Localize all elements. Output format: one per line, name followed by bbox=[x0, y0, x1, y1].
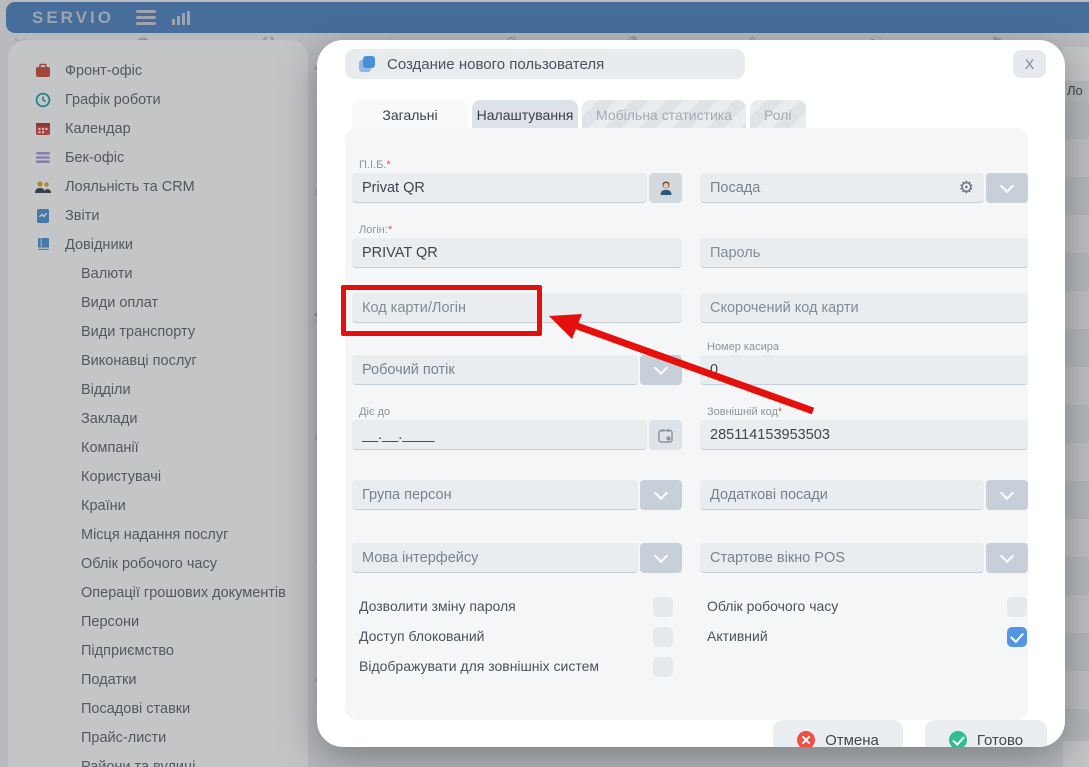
login-field[interactable] bbox=[352, 238, 682, 268]
active-checkbox[interactable] bbox=[1007, 627, 1027, 647]
person-group-dropdown-button[interactable] bbox=[640, 480, 682, 510]
valid-until-field[interactable] bbox=[352, 420, 647, 450]
tab-roles: Ролі bbox=[750, 100, 805, 129]
extra-positions-select[interactable]: Додаткові посади bbox=[700, 480, 984, 510]
done-button[interactable]: Готово bbox=[925, 720, 1047, 747]
done-check-icon bbox=[949, 731, 967, 747]
interface-language-dropdown-button[interactable] bbox=[640, 543, 682, 573]
calendar-picker-icon bbox=[658, 428, 673, 443]
position-select[interactable]: Посада bbox=[700, 173, 984, 203]
allow-password-change-checkbox[interactable] bbox=[653, 597, 673, 617]
date-picker-button[interactable] bbox=[649, 420, 682, 450]
work-flow-select[interactable]: Робочий потік bbox=[352, 355, 638, 385]
dialog-title-bar: Создание нового пользователя bbox=[345, 49, 745, 79]
valid-until-label: Діє до bbox=[359, 406, 390, 418]
tab-settings[interactable]: Налаштування bbox=[472, 100, 578, 129]
access-blocked-checkbox[interactable] bbox=[653, 627, 673, 647]
cancel-x-icon bbox=[797, 731, 815, 747]
dialog-tabs: Загальні Налаштування Мобільна статистик… bbox=[352, 100, 806, 129]
select-person-button[interactable] bbox=[649, 173, 682, 203]
cashier-number-label: Номер касира bbox=[707, 341, 779, 353]
card-code-field[interactable] bbox=[352, 293, 682, 323]
active-label: Активний bbox=[707, 628, 768, 644]
password-field[interactable] bbox=[700, 238, 1028, 268]
tab-mobile-statistics: Мобільна статистика bbox=[582, 100, 746, 129]
extra-positions-dropdown-button[interactable] bbox=[986, 480, 1028, 510]
work-flow-dropdown-button[interactable] bbox=[640, 355, 682, 385]
cancel-button[interactable]: Отмена bbox=[773, 720, 903, 747]
interface-language-select[interactable]: Мова інтерфейсу bbox=[352, 543, 638, 573]
login-label: Логін:* bbox=[359, 224, 392, 236]
gear-icon[interactable] bbox=[959, 178, 974, 198]
close-button[interactable]: X bbox=[1013, 50, 1046, 78]
show-for-external-systems-checkbox[interactable] bbox=[653, 657, 673, 677]
external-code-field[interactable] bbox=[700, 420, 1028, 450]
time-tracking-checkbox[interactable] bbox=[1007, 597, 1027, 617]
cashier-number-field[interactable] bbox=[700, 355, 1028, 385]
pos-start-window-dropdown-button[interactable] bbox=[986, 543, 1028, 573]
allow-password-change-label: Дозволити зміну пароля bbox=[359, 598, 516, 614]
create-user-dialog: Создание нового пользователя X Загальні … bbox=[317, 40, 1065, 747]
external-code-label: Зовнішній код* bbox=[707, 406, 782, 418]
person-group-select[interactable]: Група персон bbox=[352, 480, 638, 510]
show-for-external-systems-label: Відображувати для зовнішніх систем bbox=[359, 658, 599, 674]
pages-icon bbox=[359, 56, 375, 72]
access-blocked-label: Доступ блокований bbox=[359, 628, 484, 644]
fullname-label: П.І.Б.* bbox=[359, 159, 391, 171]
pos-start-window-select[interactable]: Стартове вікно POS bbox=[700, 543, 984, 573]
short-card-code-field[interactable] bbox=[700, 293, 1028, 323]
fullname-field[interactable] bbox=[352, 173, 647, 203]
dialog-title: Создание нового пользователя bbox=[387, 56, 604, 73]
time-tracking-label: Облік робочого часу bbox=[707, 598, 838, 614]
person-avatar-icon bbox=[658, 180, 674, 196]
position-dropdown-button[interactable] bbox=[986, 173, 1028, 203]
general-tab-panel: П.І.Б.* Посада Логін:* bbox=[345, 128, 1028, 720]
tab-general[interactable]: Загальні bbox=[352, 100, 468, 129]
